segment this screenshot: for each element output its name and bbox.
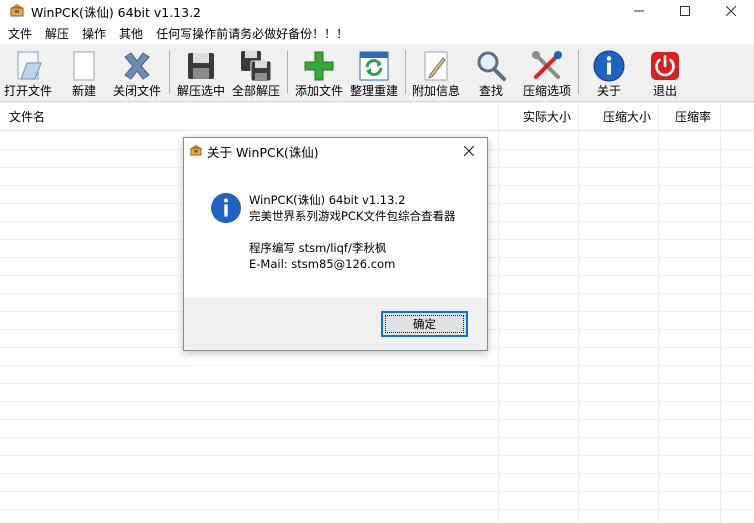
close-file-label: 关闭文件 bbox=[112, 84, 161, 98]
menu-other[interactable]: 其他 bbox=[119, 25, 149, 42]
title-bar: WinPCK(诛仙) 64bit v1.13.2 bbox=[0, 0, 754, 22]
row-gridline bbox=[0, 419, 754, 420]
menu-file[interactable]: 文件 bbox=[8, 25, 38, 42]
about-button[interactable]: 关于 bbox=[589, 46, 629, 100]
compress-options-label: 压缩选项 bbox=[522, 84, 571, 98]
column-divider[interactable] bbox=[498, 103, 499, 523]
dialog-email-text: E-Mail: stsm85@126.com bbox=[249, 257, 396, 271]
attach-info-icon bbox=[424, 51, 448, 81]
toolbar: 打开文件 新建 关闭文件 解压选中 全部解压 添加文件 整理重建 附加信息 查找… bbox=[0, 44, 754, 102]
column-header-actual-size[interactable]: 实际大小 bbox=[523, 103, 571, 131]
add-file-icon bbox=[304, 51, 334, 81]
about-dialog: 关于 WinPCK(诛仙) WinPCK(诛仙) 64bit v1.13.2 完… bbox=[183, 137, 488, 351]
column-header-compress-ratio[interactable]: 压缩率 bbox=[675, 103, 711, 131]
close-icon bbox=[464, 146, 474, 156]
add-file-label: 添加文件 bbox=[294, 84, 343, 98]
minimize-button[interactable] bbox=[616, 0, 662, 22]
row-gridline bbox=[0, 491, 754, 492]
about-label: 关于 bbox=[596, 84, 621, 98]
compress-options-button[interactable]: 压缩选项 bbox=[520, 46, 574, 100]
column-header-compressed-size[interactable]: 压缩大小 bbox=[603, 103, 651, 131]
info-icon bbox=[211, 193, 241, 223]
new-file-icon bbox=[73, 51, 95, 81]
window-title: WinPCK(诛仙) 64bit v1.13.2 bbox=[31, 5, 202, 20]
attach-info-button[interactable]: 附加信息 bbox=[409, 46, 463, 100]
rebuild-label: 整理重建 bbox=[349, 84, 398, 98]
dialog-author-text: 程序编写 stsm/liqf/李秋枫 bbox=[249, 241, 387, 255]
compress-options-icon bbox=[532, 51, 562, 79]
dialog-body: WinPCK(诛仙) 64bit v1.13.2 完美世界系列游戏PCK文件包综… bbox=[184, 164, 487, 298]
search-label: 查找 bbox=[478, 84, 503, 98]
row-gridline bbox=[0, 509, 754, 510]
menu-operate[interactable]: 操作 bbox=[82, 25, 112, 42]
minimize-icon bbox=[634, 10, 644, 12]
menu-bar: 文件 解压 操作 其他 任何写操作前请务必做好备份！！！ bbox=[0, 22, 754, 44]
extract-all-button[interactable]: 全部解压 bbox=[229, 46, 283, 100]
toolbar-separator bbox=[169, 50, 170, 94]
app-icon bbox=[10, 4, 24, 17]
dialog-title: 关于 WinPCK(诛仙) bbox=[207, 145, 319, 160]
toolbar-separator bbox=[405, 50, 406, 94]
new-file-label: 新建 bbox=[71, 84, 96, 98]
extract-all-label: 全部解压 bbox=[231, 84, 280, 98]
extract-all-icon bbox=[241, 51, 272, 82]
row-gridline bbox=[0, 383, 754, 384]
open-file-label: 打开文件 bbox=[3, 84, 52, 98]
exit-icon bbox=[651, 52, 679, 80]
maximize-icon bbox=[680, 6, 690, 16]
open-file-icon bbox=[17, 51, 42, 80]
search-button[interactable]: 查找 bbox=[471, 46, 511, 100]
app-icon bbox=[190, 144, 202, 156]
column-divider[interactable] bbox=[658, 103, 659, 523]
extract-selected-button[interactable]: 解压选中 bbox=[174, 46, 228, 100]
attach-info-label: 附加信息 bbox=[411, 84, 460, 98]
extract-selected-icon bbox=[188, 53, 214, 79]
main-window: WinPCK(诛仙) 64bit v1.13.2 文件 解压 操作 其他 任何写… bbox=[0, 0, 754, 523]
window-close-button[interactable] bbox=[708, 0, 754, 22]
exit-label: 退出 bbox=[652, 84, 677, 98]
maximize-button[interactable] bbox=[662, 0, 708, 22]
list-header: 文件名 实际大小 压缩大小 压缩率 bbox=[0, 103, 754, 131]
row-gridline bbox=[0, 365, 754, 366]
dialog-description-text: 完美世界系列游戏PCK文件包综合查看器 bbox=[249, 209, 456, 223]
toolbar-separator bbox=[578, 50, 579, 94]
close-icon bbox=[726, 6, 736, 16]
row-gridline bbox=[0, 437, 754, 438]
ok-button[interactable]: 确定 bbox=[381, 311, 468, 337]
rebuild-icon bbox=[359, 51, 389, 81]
exit-button[interactable]: 退出 bbox=[645, 46, 685, 100]
search-icon bbox=[477, 51, 506, 81]
dialog-version-text: WinPCK(诛仙) 64bit v1.13.2 bbox=[249, 193, 406, 207]
column-divider[interactable] bbox=[578, 103, 579, 523]
row-gridline bbox=[0, 455, 754, 456]
close-file-button[interactable]: 关闭文件 bbox=[110, 46, 164, 100]
column-divider[interactable] bbox=[720, 103, 721, 523]
column-header-filename[interactable]: 文件名 bbox=[9, 103, 45, 131]
extract-selected-label: 解压选中 bbox=[176, 84, 225, 98]
row-gridline bbox=[0, 401, 754, 402]
focus-rect bbox=[385, 315, 464, 333]
add-file-button[interactable]: 添加文件 bbox=[292, 46, 346, 100]
dialog-title-bar: 关于 WinPCK(诛仙) bbox=[184, 138, 487, 164]
about-icon bbox=[593, 50, 625, 82]
dialog-footer: 确定 bbox=[184, 298, 487, 350]
menu-extract[interactable]: 解压 bbox=[45, 25, 75, 42]
toolbar-separator bbox=[287, 50, 288, 94]
row-gridline bbox=[0, 473, 754, 474]
open-file-button[interactable]: 打开文件 bbox=[2, 46, 54, 100]
close-file-icon bbox=[124, 52, 150, 80]
menu-backup-warning[interactable]: 任何写操作前请务必做好备份！！！ bbox=[156, 25, 354, 42]
dialog-close-button[interactable] bbox=[454, 139, 484, 163]
rebuild-button[interactable]: 整理重建 bbox=[347, 46, 401, 100]
new-file-button[interactable]: 新建 bbox=[62, 46, 106, 100]
